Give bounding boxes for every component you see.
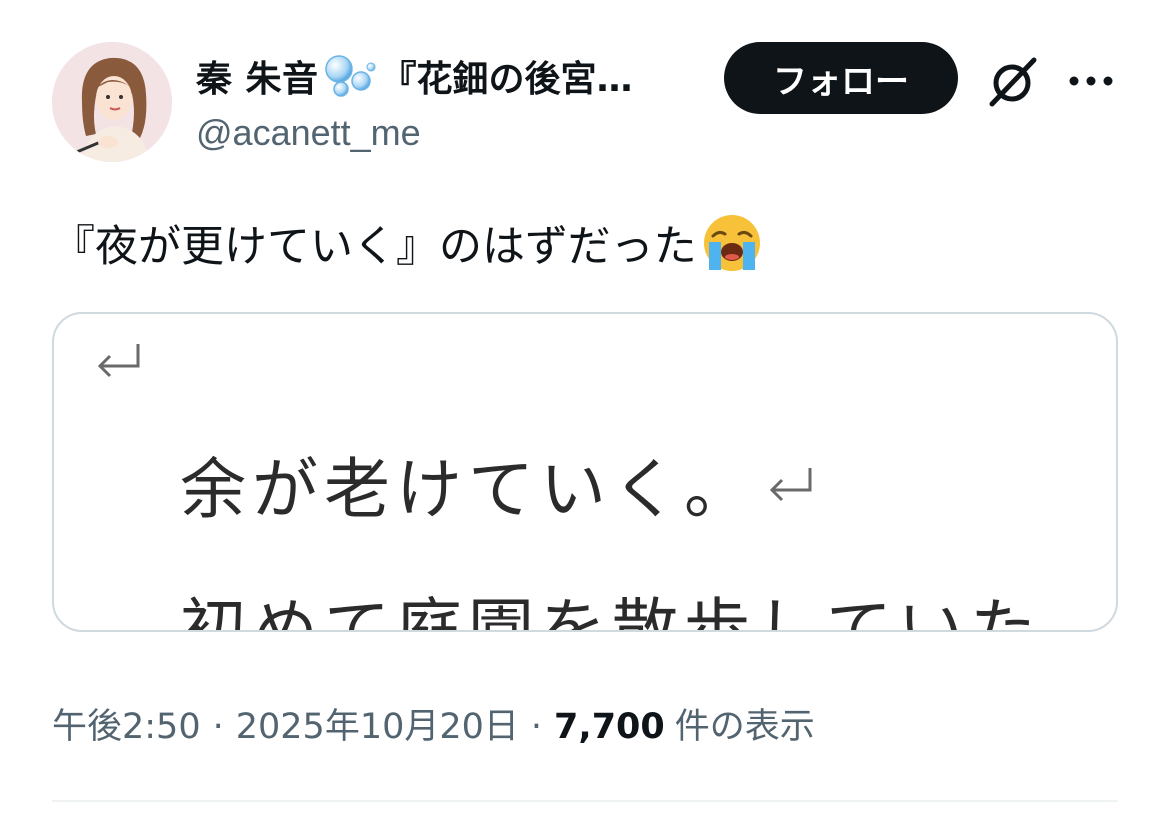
media-text-line-2: 初めて庭園を散歩していた xyxy=(180,591,1043,632)
bubbles-emoji-icon xyxy=(324,55,376,97)
tweet-date[interactable]: 2025年10月20日 xyxy=(236,698,519,749)
more-icon[interactable] xyxy=(1066,66,1116,96)
avatar[interactable] xyxy=(52,42,172,162)
user-handle[interactable]: @acanett_me xyxy=(196,112,421,154)
media-text-line-1-content: 余が老けていく。 xyxy=(180,451,756,528)
views-label[interactable]: 件の表示 xyxy=(675,698,815,749)
return-arrow-icon xyxy=(97,344,140,378)
meta-separator: · xyxy=(530,707,543,747)
views-count[interactable]: 7,700 xyxy=(554,707,665,747)
tweet-text-content: 『夜が更けていく』のはずだった xyxy=(52,222,697,272)
tweet-detail: 秦 朱音 『花鈿の後宮… @acanett_me フォロー 『夜が更けていく』の… xyxy=(0,0,1170,821)
tweet-time[interactable]: 午後2:50 xyxy=(52,698,201,749)
display-name[interactable]: 秦 朱音 xyxy=(196,50,319,102)
tweet-media-image[interactable]: 余が老けていく。 初めて庭園を散歩していた xyxy=(52,312,1118,632)
tweet-text: 『夜が更けていく』のはずだった xyxy=(52,212,763,274)
media-text-line-1: 余が老けていく。 xyxy=(180,436,820,532)
divider xyxy=(52,800,1118,802)
name-line[interactable]: 秦 朱音 『花鈿の後宮… xyxy=(196,50,633,102)
avatar-illustration xyxy=(52,42,172,162)
grok-icon[interactable] xyxy=(984,54,1040,110)
loudly-crying-face-icon xyxy=(703,215,760,271)
meta-separator: · xyxy=(212,707,224,747)
tweet-meta: 午後2:50 · 2025年10月20日 · 7,700 件の表示 xyxy=(52,698,815,749)
display-name-book-title[interactable]: 『花鈿の後宮… xyxy=(381,50,633,102)
return-arrow-icon xyxy=(769,468,812,502)
follow-button[interactable]: フォロー xyxy=(724,42,958,114)
